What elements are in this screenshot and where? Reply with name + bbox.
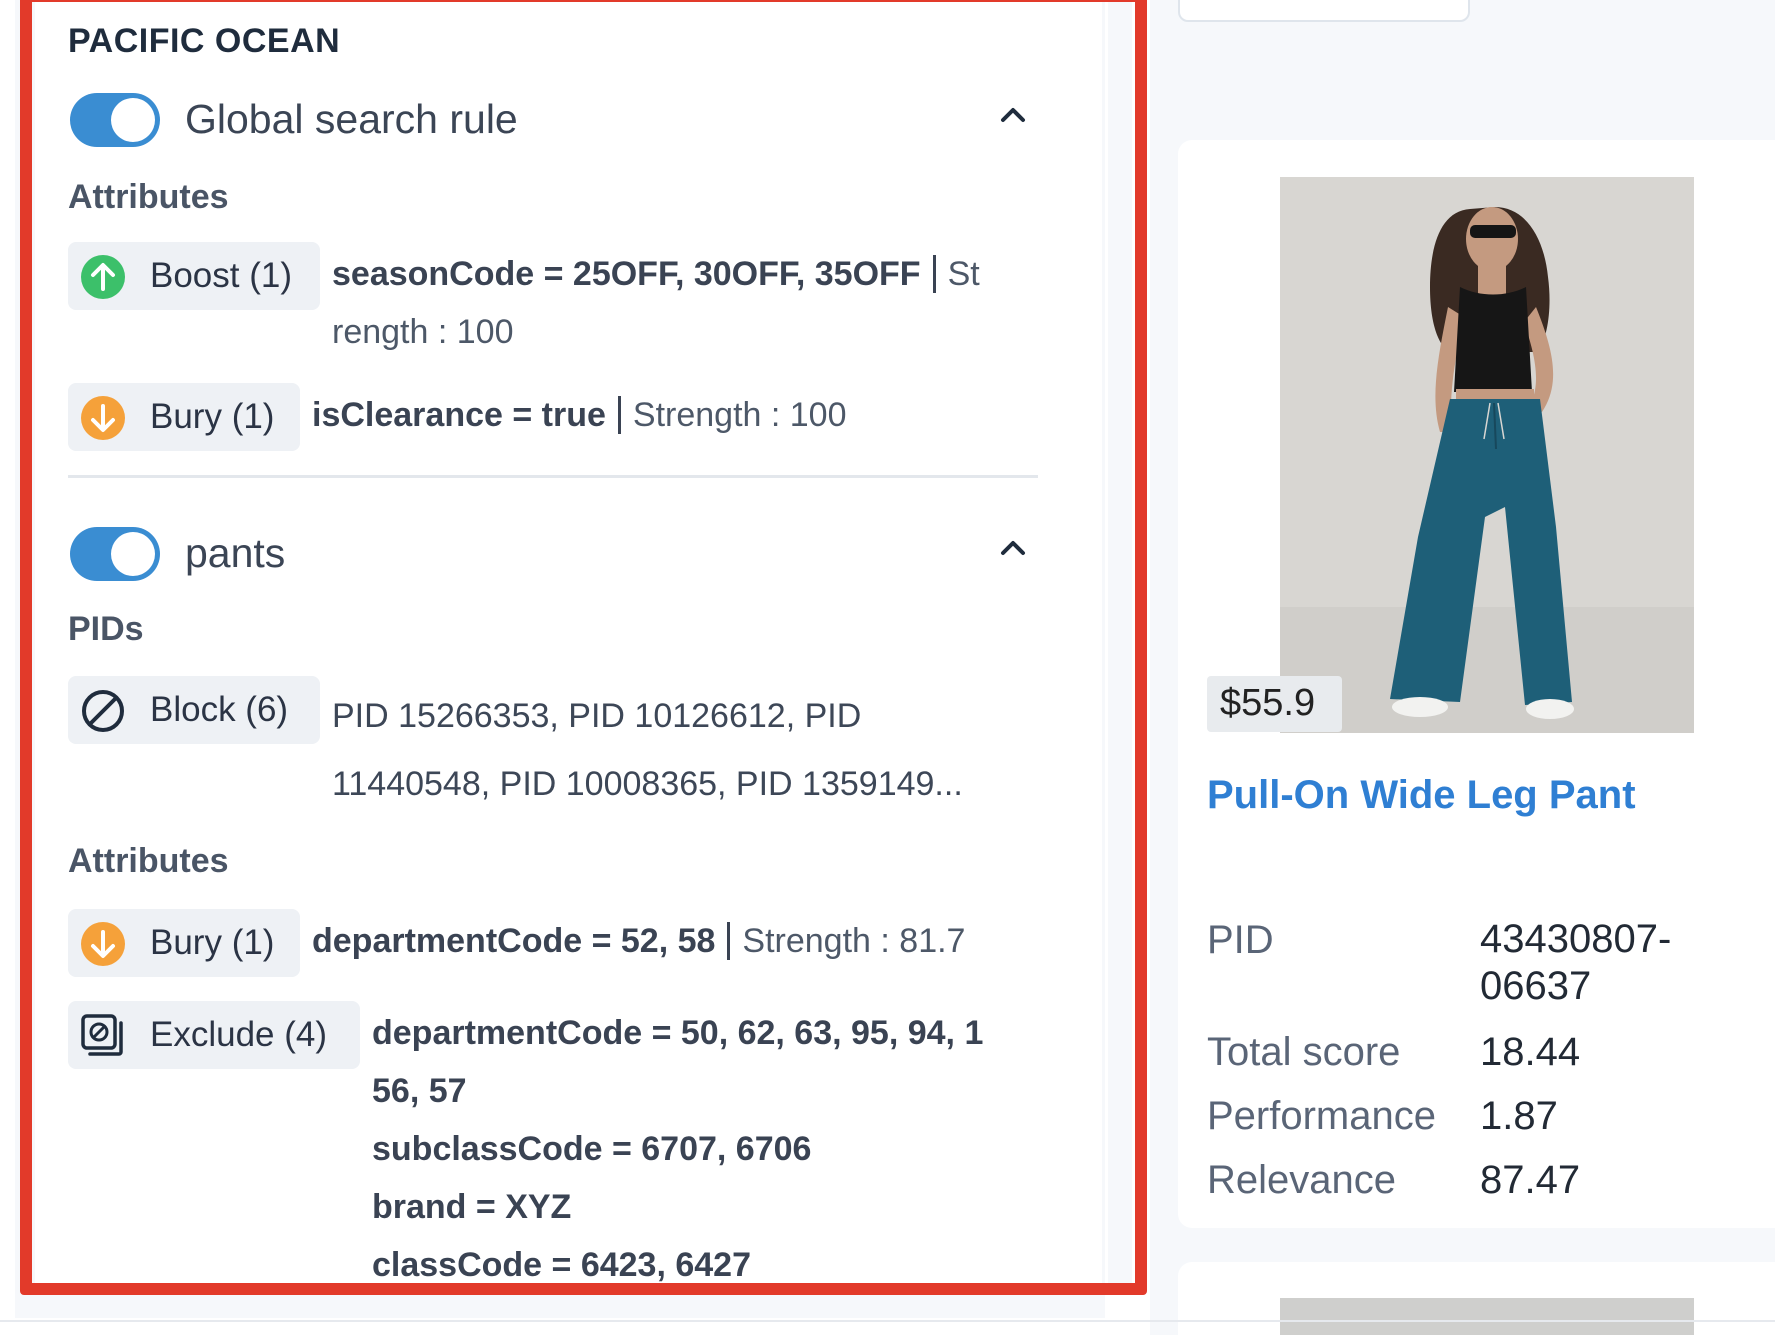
bottom-divider [0, 1320, 1775, 1322]
price-badge: $55.9 [1207, 676, 1342, 732]
bury-chip[interactable]: Bury (1) [68, 909, 300, 977]
rule-name: pants [185, 530, 286, 576]
strength-text: Strength : 81.7 [742, 922, 966, 960]
boost-strength-wrap: rength : 100 [332, 313, 513, 352]
rule-divider [68, 475, 1038, 478]
meta-value: 43430807- [1480, 917, 1672, 961]
exclude-condition-line: departmentCode = 50, 62, 63, 95, 94, 1 [372, 1014, 984, 1052]
condition-text: seasonCode = 25OFF, 30OFF, 35OFF [332, 255, 921, 293]
rule-name: Global search rule [185, 96, 518, 142]
product-title-link[interactable]: Pull-On Wide Leg Pant [1207, 773, 1636, 818]
pants-rule-toggle[interactable] [70, 527, 160, 581]
chip-label: Boost (1) [150, 256, 292, 295]
pid-list-line: PID 15266353, PID 10126612, PID [332, 697, 862, 735]
meta-value: 06637 [1480, 964, 1592, 1008]
block-icon [82, 690, 124, 732]
bury-condition: departmentCode = 52, 58 Strength : 81.7 [312, 922, 965, 961]
toggle-knob [111, 98, 155, 142]
block-chip[interactable]: Block (6) [68, 676, 320, 744]
meta-key: Performance [1207, 1094, 1436, 1138]
boost-chip[interactable]: Boost (1) [68, 242, 320, 310]
section-label: Attributes [68, 178, 229, 216]
section-label: PIDs [68, 610, 144, 648]
boost-condition: seasonCode = 25OFF, 30OFF, 35OFF St [332, 255, 980, 294]
exclude-condition-line: classCode = 6423, 6427 [372, 1246, 751, 1284]
bury-down-arrow-icon [81, 922, 125, 966]
panel-gutter [1108, 0, 1132, 1295]
boost-up-arrow-icon [81, 255, 125, 299]
store-title: PACIFIC OCEAN [68, 22, 341, 60]
bury-down-arrow-icon [81, 396, 125, 440]
chip-label: Block (6) [150, 690, 289, 729]
meta-key: Total score [1207, 1030, 1401, 1074]
section-label: Attributes [68, 842, 229, 880]
screenshot-frame: PACIFIC OCEAN Global search rule Attribu… [0, 0, 1775, 1335]
product-image[interactable] [1280, 1298, 1694, 1335]
chip-label: Exclude (4) [150, 1015, 328, 1054]
meta-value: 87.47 [1480, 1158, 1581, 1202]
global-search-rule-toggle[interactable] [70, 93, 160, 147]
strength-text: St [947, 255, 980, 293]
separator [932, 255, 936, 293]
bury-condition: isClearance = true Strength : 100 [312, 396, 847, 435]
chevron-up-icon[interactable] [998, 533, 1028, 563]
exclude-condition-line: brand = XYZ [372, 1188, 572, 1226]
toggle-knob [111, 532, 155, 576]
separator [727, 922, 731, 960]
meta-value: 18.44 [1480, 1030, 1581, 1074]
condition-text: departmentCode = 52, 58 [312, 922, 716, 960]
strength-text: Strength : 100 [632, 396, 847, 434]
meta-key: PID [1207, 918, 1274, 962]
exclude-condition-line: subclassCode = 6707, 6706 [372, 1130, 812, 1168]
pid-list-line: 11440548, PID 10008365, PID 1359149... [332, 765, 963, 803]
meta-value: 1.87 [1480, 1094, 1558, 1138]
search-input[interactable] [1178, 0, 1470, 22]
separator [617, 396, 621, 434]
chip-label: Bury (1) [150, 397, 275, 436]
condition-text: isClearance = true [312, 396, 606, 434]
product-image[interactable] [1280, 177, 1694, 733]
chip-label: Bury (1) [150, 923, 275, 962]
meta-key: Relevance [1207, 1158, 1397, 1202]
exclude-icon [81, 1014, 123, 1056]
bury-chip[interactable]: Bury (1) [68, 383, 300, 451]
strength-text: rength : 100 [332, 313, 514, 351]
exclude-condition-line: 56, 57 [372, 1072, 467, 1110]
exclude-chip[interactable]: Exclude (4) [68, 1001, 360, 1069]
chevron-up-icon[interactable] [998, 100, 1028, 130]
